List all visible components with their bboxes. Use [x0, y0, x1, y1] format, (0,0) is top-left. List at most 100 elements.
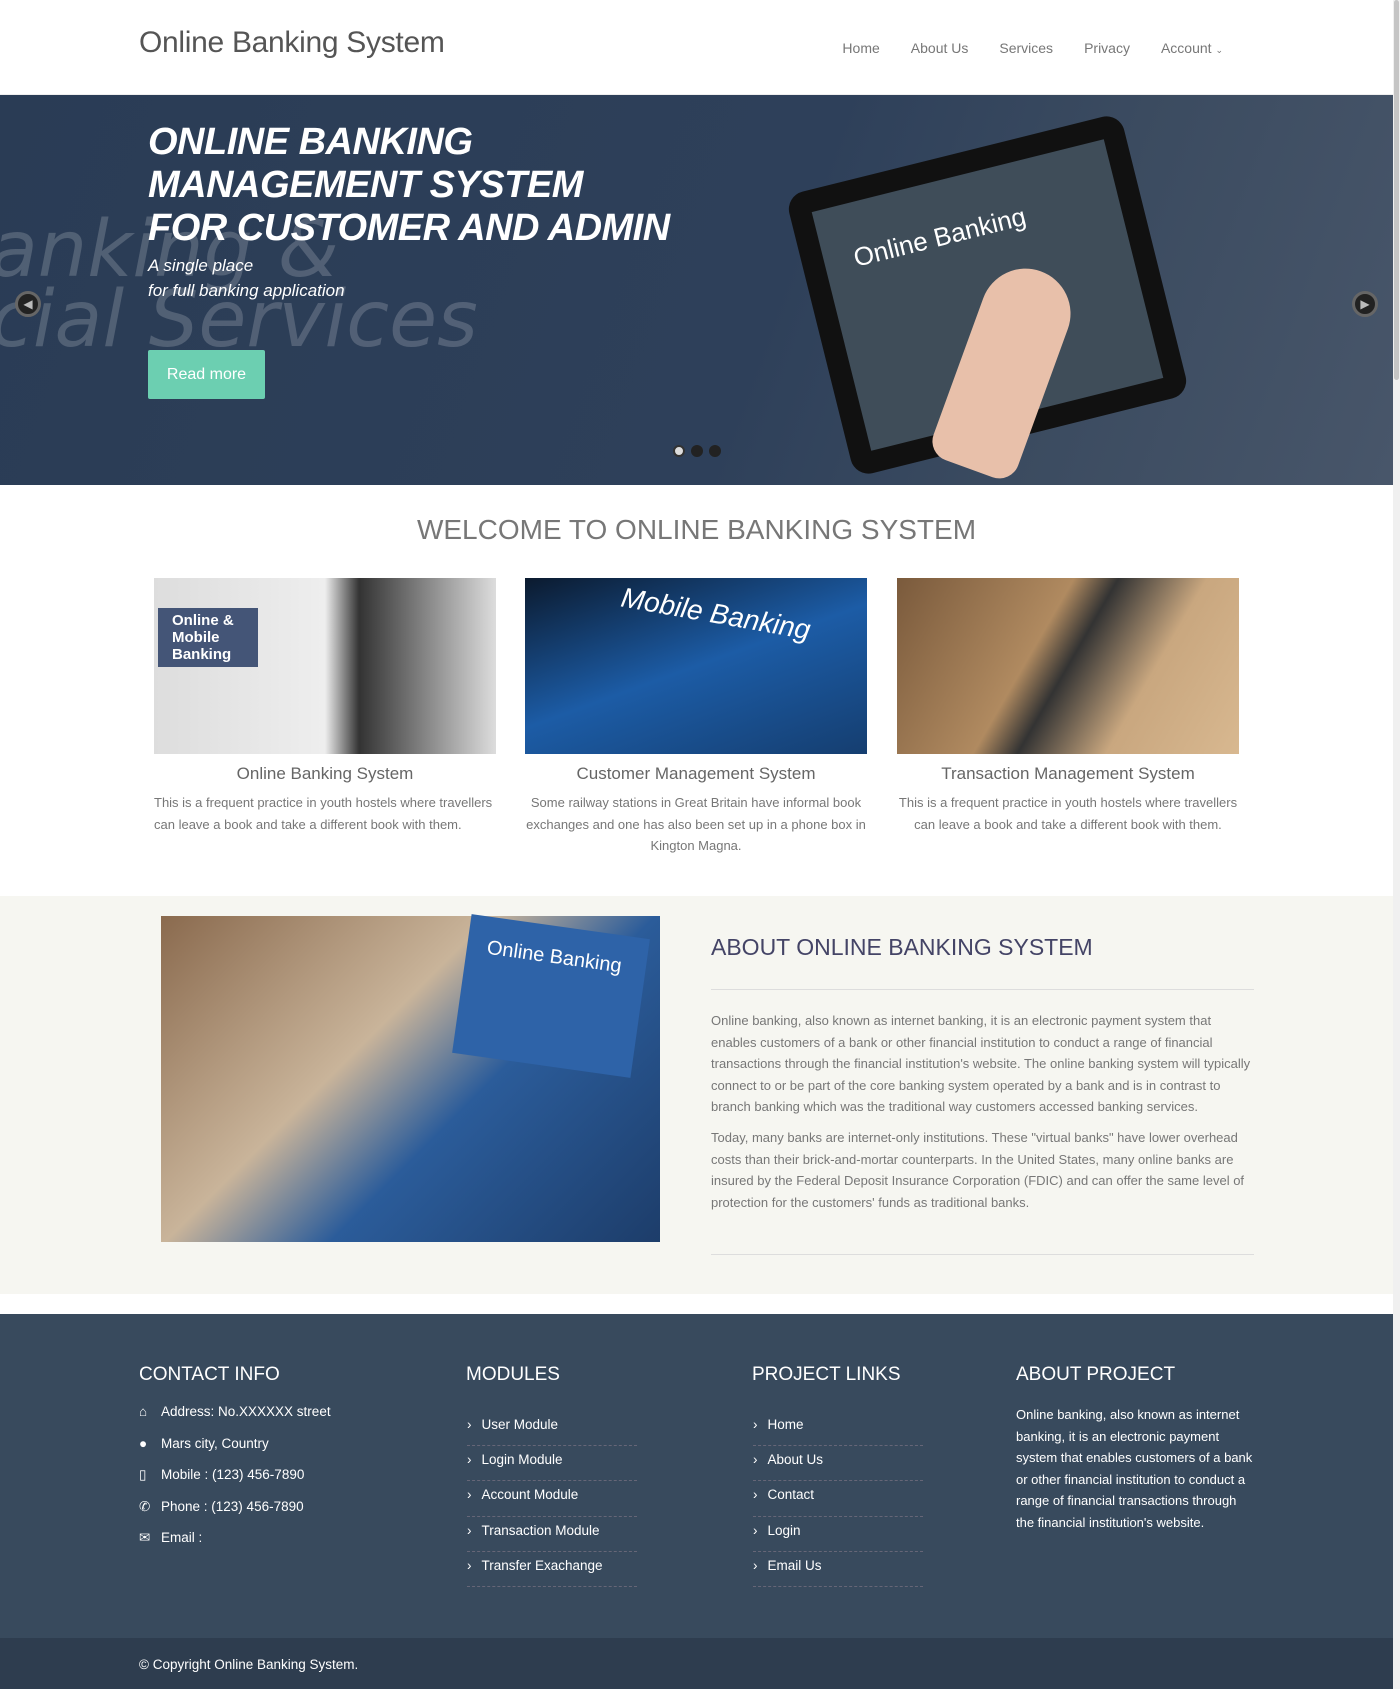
contact-item: ✉ Email :	[139, 1530, 331, 1562]
chevron-right-icon: ›	[753, 1452, 758, 1468]
contact-item: ▯ Mobile : (123) 456-7890	[139, 1467, 331, 1499]
module-link[interactable]: › User Module	[467, 1411, 637, 1447]
modules-list: › User Module › Login Module › Account Modu…	[467, 1411, 637, 1587]
hero-title-line: ONLINE BANKING	[148, 121, 473, 163]
chevron-right-icon: ›	[467, 1417, 472, 1432]
card-text: This is a frequent practice in youth hos…	[898, 795, 1238, 832]
about-paragraph: Online banking, also known as internet b…	[711, 1013, 1251, 1115]
nav-home[interactable]: Home	[842, 40, 879, 56]
hero-subtitle: A single place for full banking applicati…	[148, 253, 345, 303]
chevron-right-icon: ›	[467, 1522, 472, 1538]
nav-account-label: Account	[1160, 40, 1212, 56]
about-project-title: ABOUT PROJECT	[1016, 1364, 1176, 1385]
card-image-text: Mobile Banking	[618, 581, 813, 646]
modules-title: MODULES	[466, 1364, 560, 1385]
card-title: Customer Management System	[576, 764, 816, 783]
about-text: Online banking, also known as internet b…	[711, 1010, 1256, 1222]
carousel-dot[interactable]	[673, 445, 685, 457]
hero-title-line: MANAGEMENT SYSTEM	[148, 164, 583, 206]
hero-subtitle-line: for full banking application	[148, 281, 345, 300]
contact-item: ✆ Phone : (123) 456-7890	[139, 1499, 331, 1531]
contact-text: Address: No.XXXXXX street	[161, 1404, 331, 1419]
card-title: Transaction Management System	[941, 764, 1195, 783]
about-project-text: Online banking, also known as internet b…	[1016, 1407, 1253, 1530]
main-nav: Home About Us Services Privacy Account ⌄	[842, 40, 1223, 56]
contact-item: ⌂ Address: No.XXXXXX street	[139, 1404, 331, 1436]
chevron-down-icon: ⌄	[1215, 45, 1223, 55]
project-link-label: Contact	[767, 1487, 815, 1503]
chevron-right-icon: ›	[753, 1522, 758, 1538]
carousel-next-icon[interactable]: ▶	[1352, 291, 1378, 317]
nav-about-us[interactable]: About Us	[911, 40, 969, 56]
feature-card: Online & Mobile Banking Online Banking S…	[154, 578, 496, 835]
header: Online Banking System Home About Us Serv…	[0, 0, 1393, 95]
scrollbar-thumb[interactable]	[1394, 0, 1399, 380]
feature-card: Transaction Management System This is a …	[897, 578, 1239, 835]
read-more-button[interactable]: Read more	[148, 350, 265, 399]
about-paragraph: Today, many banks are internet-only inst…	[711, 1129, 1245, 1210]
carousel-dot[interactable]	[709, 445, 721, 457]
project-link-label: Login	[767, 1522, 801, 1538]
chevron-right-icon: ›	[467, 1557, 472, 1573]
project-links-title: PROJECT LINKS	[752, 1364, 901, 1385]
card-image-text: Online & Mobile Banking	[158, 608, 258, 667]
project-link-label: About Us	[767, 1452, 824, 1468]
project-link[interactable]: › Home	[753, 1411, 923, 1447]
module-link[interactable]: › Transfer Exachange	[467, 1552, 637, 1587]
contact-item: ● Mars city, Country	[139, 1436, 331, 1468]
contact-text: Mobile : (123) 456-7890	[161, 1467, 305, 1482]
module-link-label: User Module	[481, 1417, 559, 1432]
project-link[interactable]: › Contact	[753, 1481, 923, 1517]
chevron-right-icon: ›	[753, 1417, 758, 1432]
footer: CONTACT INFO ⌂ Address: No.XXXXXX street …	[0, 1314, 1393, 1638]
carousel-prev-icon[interactable]: ◀	[15, 291, 41, 317]
chevron-right-icon: ›	[753, 1557, 758, 1573]
carousel-indicators	[673, 445, 721, 457]
hero-title: ONLINE BANKING MANAGEMENT SYSTEM FOR CUSTO…	[148, 121, 670, 250]
card-image: Mobile Banking	[525, 578, 867, 754]
card-image	[897, 578, 1239, 754]
phone-icon: ✆	[139, 1498, 151, 1514]
module-link-label: Transfer Exachange	[481, 1557, 603, 1573]
contact-text: Email :	[161, 1530, 203, 1545]
about-section: Online Banking ABOUT ONLINE BANKING SYST…	[0, 896, 1393, 1294]
chevron-right-icon: ›	[467, 1487, 472, 1503]
card-title: Online Banking System	[236, 764, 414, 783]
project-link[interactable]: › Email Us	[753, 1552, 923, 1587]
about-title: ABOUT ONLINE BANKING SYSTEM	[711, 934, 1093, 960]
chevron-right-icon: ›	[753, 1487, 758, 1503]
contact-list: ⌂ Address: No.XXXXXX street ● Mars city, C…	[139, 1404, 331, 1562]
project-link[interactable]: › Login	[753, 1517, 923, 1552]
feature-card: Mobile Banking Customer Management Syste…	[525, 578, 867, 857]
about-image: Online Banking	[161, 914, 660, 1242]
hero-carousel: anking & cial Services Online Banking ON…	[0, 95, 1393, 485]
module-link-label: Login Module	[481, 1452, 563, 1468]
nav-services[interactable]: Services	[999, 40, 1053, 56]
nav-privacy[interactable]: Privacy	[1084, 40, 1130, 56]
card-text: Some railway stations in Great Britain h…	[526, 795, 866, 853]
chevron-right-icon: ›	[467, 1452, 472, 1468]
welcome-title: WELCOME TO ONLINE BANKING SYSTEM	[416, 514, 977, 545]
card-image: Online & Mobile Banking	[154, 578, 496, 754]
project-link[interactable]: › About Us	[753, 1446, 923, 1482]
hero-subtitle-line: A single place	[148, 256, 254, 275]
contact-text: Phone : (123) 456-7890	[161, 1498, 304, 1514]
copyright: © Copyright Online Banking System.	[0, 1638, 1393, 1689]
module-link-label: Transaction Module	[481, 1522, 600, 1538]
hero-title-line: FOR CUSTOMER AND ADMIN	[148, 207, 670, 249]
module-link-label: Account Module	[481, 1487, 579, 1503]
nav-account[interactable]: Account ⌄	[1161, 40, 1223, 56]
divider	[711, 989, 1254, 990]
scrollbar[interactable]	[1393, 0, 1400, 1689]
logo[interactable]: Online Banking System	[139, 26, 445, 60]
about-image-text: Online Banking	[452, 914, 650, 1078]
carousel-dot[interactable]	[691, 445, 703, 457]
module-link[interactable]: › Account Module	[467, 1481, 637, 1517]
card-text: This is a frequent practice in youth hos…	[154, 795, 493, 832]
project-links-list: › Home › About Us › Contact › Login › Email U…	[753, 1411, 923, 1587]
module-link[interactable]: › Transaction Module	[467, 1517, 637, 1552]
module-link[interactable]: › Login Module	[467, 1446, 637, 1482]
home-icon: ⌂	[139, 1404, 148, 1419]
envelope-icon: ✉	[139, 1530, 151, 1545]
contact-text: Mars city, Country	[161, 1435, 269, 1451]
